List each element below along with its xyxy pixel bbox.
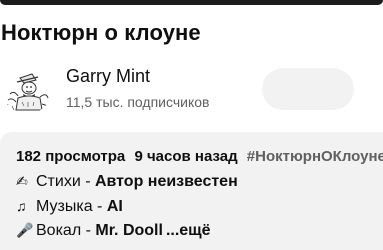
lyrics-author: Автор неизвестен [94, 173, 238, 190]
view-count: 182 просмотра [16, 148, 126, 165]
vocal-author: Mr. Dooll [95, 222, 163, 239]
music-author: AI [106, 198, 123, 215]
video-player-edge[interactable] [0, 0, 383, 5]
channel-row: Garry Mint 11,5 тыс. подписчиков [0, 60, 383, 120]
video-meta: 182 просмотра 9 часов назад #НоктюрнОКло… [16, 148, 383, 165]
music-notes-icon: ♫ [16, 198, 27, 214]
channel-name[interactable]: Garry Mint [66, 66, 150, 87]
video-title: Ноктюрн о клоуне [1, 20, 201, 45]
subscribe-button[interactable] [262, 68, 354, 110]
channel-avatar[interactable] [2, 64, 52, 114]
upload-time: 9 часов назад [134, 148, 238, 165]
description-line-music: ♫ Музыка - AI [16, 198, 123, 216]
writing-hand-icon: ✍ [16, 173, 28, 189]
clown-caricature-avatar-icon [2, 64, 52, 114]
hashtag-link[interactable]: #НоктюрнОКлоуне [247, 148, 383, 165]
microphone-icon: 🎤 [16, 222, 34, 238]
description-line-vocal: 🎤 Вокал - Mr. Dooll ...ещё [16, 222, 211, 240]
lyrics-label: Стихи - [36, 173, 95, 190]
description-line-lyrics: ✍ Стихи - Автор неизвестен [16, 173, 238, 191]
video-page: Ноктюрн о клоуне Garry Mint 11,5 тыс. по… [0, 0, 383, 250]
subscriber-count: 11,5 тыс. подписчиков [66, 94, 210, 110]
show-more-link[interactable]: ...ещё [166, 222, 211, 239]
music-label: Музыка - [36, 198, 107, 215]
vocal-label: Вокал - [36, 222, 96, 239]
